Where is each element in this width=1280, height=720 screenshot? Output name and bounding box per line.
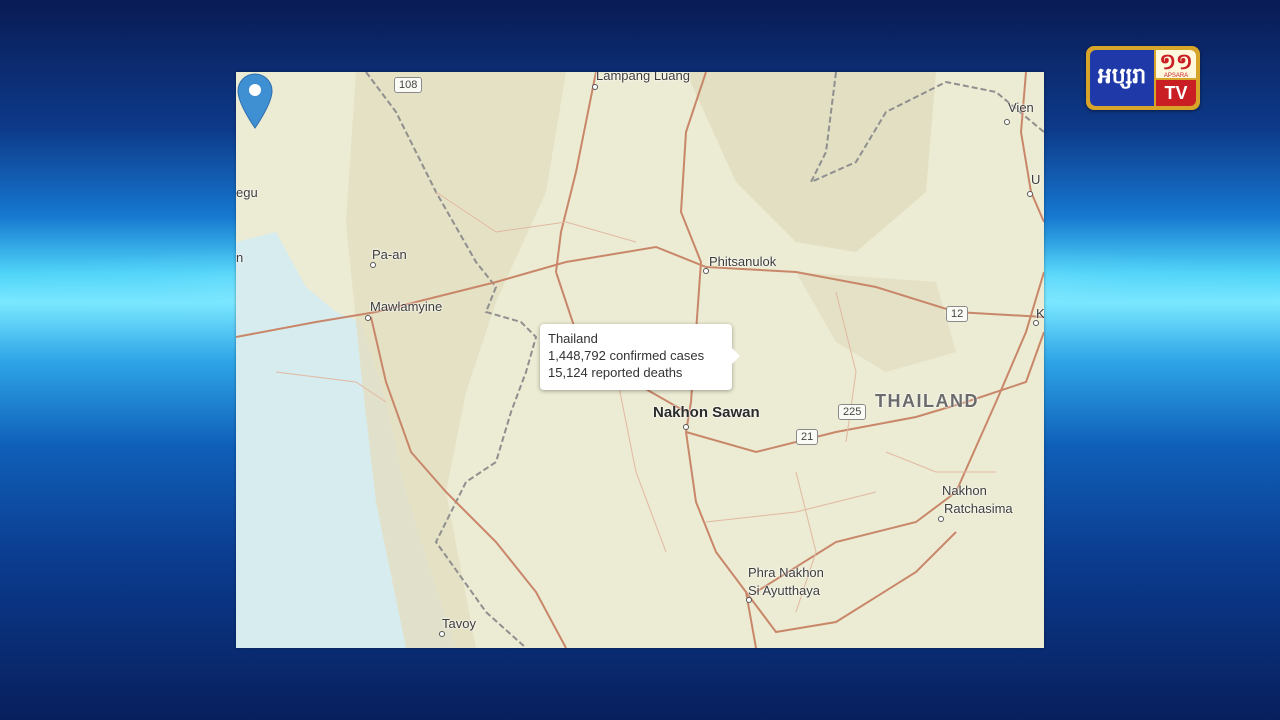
- pa-an-dot: [370, 262, 376, 268]
- place-tavoy[interactable]: Tavoy: [442, 616, 476, 631]
- place-pegu-n[interactable]: n: [236, 250, 243, 265]
- popup-country: Thailand: [548, 331, 598, 346]
- vientiane-dot: [1004, 119, 1010, 125]
- place-pa-an[interactable]: Pa-an: [372, 247, 407, 262]
- place-lampang-luang[interactable]: Lampang Luang: [596, 72, 690, 83]
- place-pegu[interactable]: egu: [236, 185, 258, 200]
- place-nakhon-sawan[interactable]: Nakhon Sawan: [653, 404, 760, 421]
- place-phitsanulok[interactable]: Phitsanulok: [709, 254, 776, 269]
- place-thailand-label: THAILAND: [875, 391, 979, 411]
- logo-tv: TV: [1156, 80, 1196, 106]
- channel-logo: អប្សរា ១១ APSARA TV: [1086, 46, 1200, 110]
- place-vientiane[interactable]: Vien: [1008, 100, 1034, 115]
- place-mawlamyine[interactable]: Mawlamyine: [370, 299, 442, 314]
- udon-dot: [1027, 191, 1033, 197]
- place-ayutthaya-1[interactable]: Phra Nakhon: [748, 565, 824, 580]
- place-ayutthaya-2[interactable]: Si Ayutthaya: [748, 583, 820, 598]
- logo-khmer-name: អប្សរា: [1090, 50, 1154, 106]
- nakhon-ratchasima-dot: [938, 516, 944, 522]
- popup-confirmed-cases: 1,448,792 confirmed cases: [548, 348, 705, 363]
- nakhon-sawan-dot: [683, 424, 689, 430]
- place-nakhon-ratchasima-2[interactable]: Ratchasima: [944, 501, 1013, 516]
- country-popup[interactable]: Thailand 1,448,792 confirmed cases 15,12…: [540, 324, 740, 390]
- place-nakhon-ratchasima-1[interactable]: Nakhon: [942, 483, 987, 498]
- mawlamyine-dot: [365, 315, 371, 321]
- road-shield-12: 12: [946, 306, 969, 322]
- map[interactable]: Lampang Luang Vien U K egu n Pa-an Mawla…: [236, 72, 1044, 648]
- road-shield-225: 225: [838, 404, 867, 420]
- popup-reported-deaths: 15,124 reported deaths: [548, 365, 683, 380]
- lampang-dot: [592, 84, 598, 90]
- place-khon[interactable]: K: [1036, 306, 1044, 321]
- road-shield-108: 108: [394, 77, 423, 93]
- northern-hills: [686, 72, 936, 252]
- map-pin-icon[interactable]: [236, 72, 274, 130]
- tavoy-dot: [439, 631, 445, 637]
- place-udon[interactable]: U: [1031, 172, 1040, 187]
- logo-sub: APSARA: [1163, 73, 1189, 79]
- road-shield-21: 21: [796, 429, 819, 445]
